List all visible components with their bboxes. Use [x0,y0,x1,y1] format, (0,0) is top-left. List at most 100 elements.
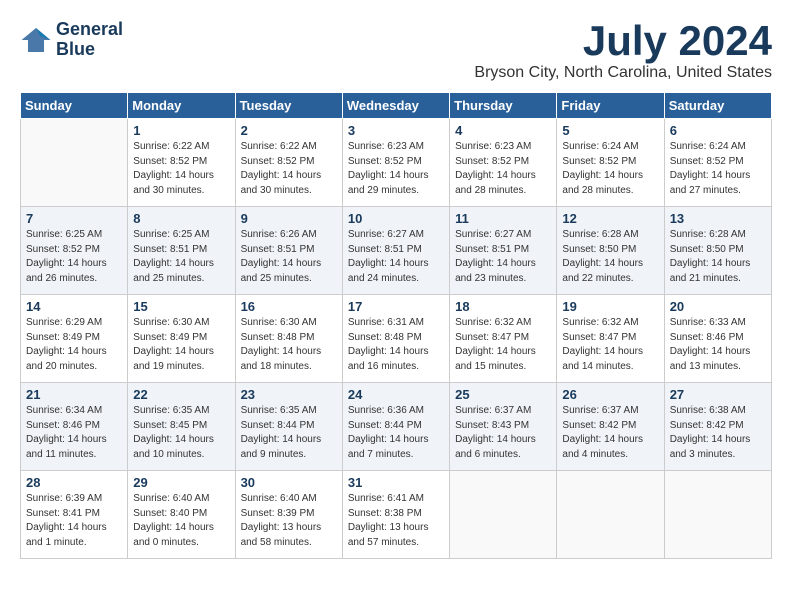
day-number: 20 [670,299,766,314]
calendar-week-row: 21Sunrise: 6:34 AM Sunset: 8:46 PM Dayli… [21,383,772,471]
calendar-cell: 26 Sunrise: 6:37 AM Sunset: 8:42 PM Dayli… [557,383,664,471]
calendar-cell: 14Sunrise: 6:29 AM Sunset: 8:49 PM Dayli… [21,295,128,383]
day-content: Sunrise: 6:41 AM Sunset: 8:38 PM Dayligh… [348,492,444,550]
logo: General Blue [20,20,123,60]
day-number: 12 [562,211,658,226]
day-number: 6 [670,123,766,138]
day-number: 13 [670,211,766,226]
day-content: Sunrise: 6:40 AM Sunset: 8:39 PM Dayligh… [241,492,337,550]
calendar-cell [450,471,557,559]
calendar-cell: 7Sunrise: 6:25 AM Sunset: 8:52 PM Daylig… [21,207,128,295]
day-content: Sunrise: 6:24 AM Sunset: 8:52 PM Dayligh… [670,140,766,198]
day-number: 16 [241,299,337,314]
day-number: 27 [670,387,766,402]
day-number: 2 [241,123,337,138]
day-content: Sunrise: 6:33 AM Sunset: 8:46 PM Dayligh… [670,316,766,374]
day-content: Sunrise: 6:22 AM Sunset: 8:52 PM Dayligh… [241,140,337,198]
day-content: Sunrise: 6:23 AM Sunset: 8:52 PM Dayligh… [348,140,444,198]
day-number: 17 [348,299,444,314]
calendar-cell: 30Sunrise: 6:40 AM Sunset: 8:39 PM Dayli… [235,471,342,559]
day-content: Sunrise: 6:22 AM Sunset: 8:52 PM Dayligh… [133,140,229,198]
day-content: Sunrise: 6:27 AM Sunset: 8:51 PM Dayligh… [348,228,444,286]
day-number: 21 [26,387,122,402]
day-number: 5 [562,123,658,138]
calendar-cell: 6 Sunrise: 6:24 AM Sunset: 8:52 PM Daylig… [664,119,771,207]
page-header: General Blue July 2024 Bryson City, Nort… [20,20,772,82]
day-number: 25 [455,387,551,402]
day-content: Sunrise: 6:30 AM Sunset: 8:49 PM Dayligh… [133,316,229,374]
day-content: Sunrise: 6:39 AM Sunset: 8:41 PM Dayligh… [26,492,122,550]
day-header-thursday: Thursday [450,93,557,119]
day-content: Sunrise: 6:32 AM Sunset: 8:47 PM Dayligh… [455,316,551,374]
day-number: 7 [26,211,122,226]
calendar-cell: 18 Sunrise: 6:32 AM Sunset: 8:47 PM Dayli… [450,295,557,383]
day-number: 11 [455,211,551,226]
day-number: 1 [133,123,229,138]
day-content: Sunrise: 6:30 AM Sunset: 8:48 PM Dayligh… [241,316,337,374]
logo-line2: Blue [56,40,123,60]
day-content: Sunrise: 6:36 AM Sunset: 8:44 PM Dayligh… [348,404,444,462]
calendar-cell: 23 Sunrise: 6:35 AM Sunset: 8:44 PM Dayli… [235,383,342,471]
day-number: 15 [133,299,229,314]
location-title: Bryson City, North Carolina, United Stat… [474,64,772,82]
calendar-cell: 21Sunrise: 6:34 AM Sunset: 8:46 PM Dayli… [21,383,128,471]
calendar-cell [557,471,664,559]
day-number: 8 [133,211,229,226]
day-number: 18 [455,299,551,314]
day-content: Sunrise: 6:23 AM Sunset: 8:52 PM Dayligh… [455,140,551,198]
calendar-week-row: 7Sunrise: 6:25 AM Sunset: 8:52 PM Daylig… [21,207,772,295]
day-content: Sunrise: 6:32 AM Sunset: 8:47 PM Dayligh… [562,316,658,374]
day-content: Sunrise: 6:38 AM Sunset: 8:42 PM Dayligh… [670,404,766,462]
calendar-cell: 19Sunrise: 6:32 AM Sunset: 8:47 PM Dayli… [557,295,664,383]
calendar-cell: 22Sunrise: 6:35 AM Sunset: 8:45 PM Dayli… [128,383,235,471]
day-content: Sunrise: 6:24 AM Sunset: 8:52 PM Dayligh… [562,140,658,198]
calendar-cell: 12Sunrise: 6:28 AM Sunset: 8:50 PM Dayli… [557,207,664,295]
calendar-cell: 17 Sunrise: 6:31 AM Sunset: 8:48 PM Dayli… [342,295,449,383]
day-content: Sunrise: 6:27 AM Sunset: 8:51 PM Dayligh… [455,228,551,286]
day-number: 26 [562,387,658,402]
day-header-monday: Monday [128,93,235,119]
calendar-table: SundayMondayTuesdayWednesdayThursdayFrid… [20,92,772,559]
day-number: 22 [133,387,229,402]
day-content: Sunrise: 6:35 AM Sunset: 8:44 PM Dayligh… [241,404,337,462]
logo-line1: General [56,20,123,40]
logo-icon [20,24,52,56]
calendar-cell: 8 Sunrise: 6:25 AM Sunset: 8:51 PM Daylig… [128,207,235,295]
day-content: Sunrise: 6:40 AM Sunset: 8:40 PM Dayligh… [133,492,229,550]
day-number: 23 [241,387,337,402]
calendar-cell [664,471,771,559]
day-header-wednesday: Wednesday [342,93,449,119]
calendar-week-row: 1 Sunrise: 6:22 AM Sunset: 8:52 PM Daylig… [21,119,772,207]
calendar-week-row: 28 Sunrise: 6:39 AM Sunset: 8:41 PM Dayli… [21,471,772,559]
day-content: Sunrise: 6:37 AM Sunset: 8:42 PM Dayligh… [562,404,658,462]
day-content: Sunrise: 6:26 AM Sunset: 8:51 PM Dayligh… [241,228,337,286]
calendar-cell [21,119,128,207]
calendar-cell: 27 Sunrise: 6:38 AM Sunset: 8:42 PM Dayli… [664,383,771,471]
calendar-cell: 2 Sunrise: 6:22 AM Sunset: 8:52 PM Daylig… [235,119,342,207]
day-number: 29 [133,475,229,490]
day-number: 14 [26,299,122,314]
calendar-cell: 29 Sunrise: 6:40 AM Sunset: 8:40 PM Dayli… [128,471,235,559]
day-number: 31 [348,475,444,490]
day-content: Sunrise: 6:31 AM Sunset: 8:48 PM Dayligh… [348,316,444,374]
day-content: Sunrise: 6:28 AM Sunset: 8:50 PM Dayligh… [670,228,766,286]
calendar-cell: 1 Sunrise: 6:22 AM Sunset: 8:52 PM Daylig… [128,119,235,207]
month-title: July 2024 [474,20,772,62]
day-number: 9 [241,211,337,226]
calendar-cell: 28 Sunrise: 6:39 AM Sunset: 8:41 PM Dayli… [21,471,128,559]
calendar-week-row: 14Sunrise: 6:29 AM Sunset: 8:49 PM Dayli… [21,295,772,383]
day-number: 4 [455,123,551,138]
calendar-cell: 31 Sunrise: 6:41 AM Sunset: 8:38 PM Dayli… [342,471,449,559]
day-header-saturday: Saturday [664,93,771,119]
day-content: Sunrise: 6:25 AM Sunset: 8:51 PM Dayligh… [133,228,229,286]
day-header-tuesday: Tuesday [235,93,342,119]
calendar-cell: 24Sunrise: 6:36 AM Sunset: 8:44 PM Dayli… [342,383,449,471]
day-number: 3 [348,123,444,138]
calendar-cell: 5 Sunrise: 6:24 AM Sunset: 8:52 PM Daylig… [557,119,664,207]
calendar-cell: 9 Sunrise: 6:26 AM Sunset: 8:51 PM Daylig… [235,207,342,295]
day-number: 28 [26,475,122,490]
calendar-cell: 4 Sunrise: 6:23 AM Sunset: 8:52 PM Daylig… [450,119,557,207]
calendar-cell: 15 Sunrise: 6:30 AM Sunset: 8:49 PM Dayli… [128,295,235,383]
day-header-friday: Friday [557,93,664,119]
calendar-cell: 16 Sunrise: 6:30 AM Sunset: 8:48 PM Dayli… [235,295,342,383]
